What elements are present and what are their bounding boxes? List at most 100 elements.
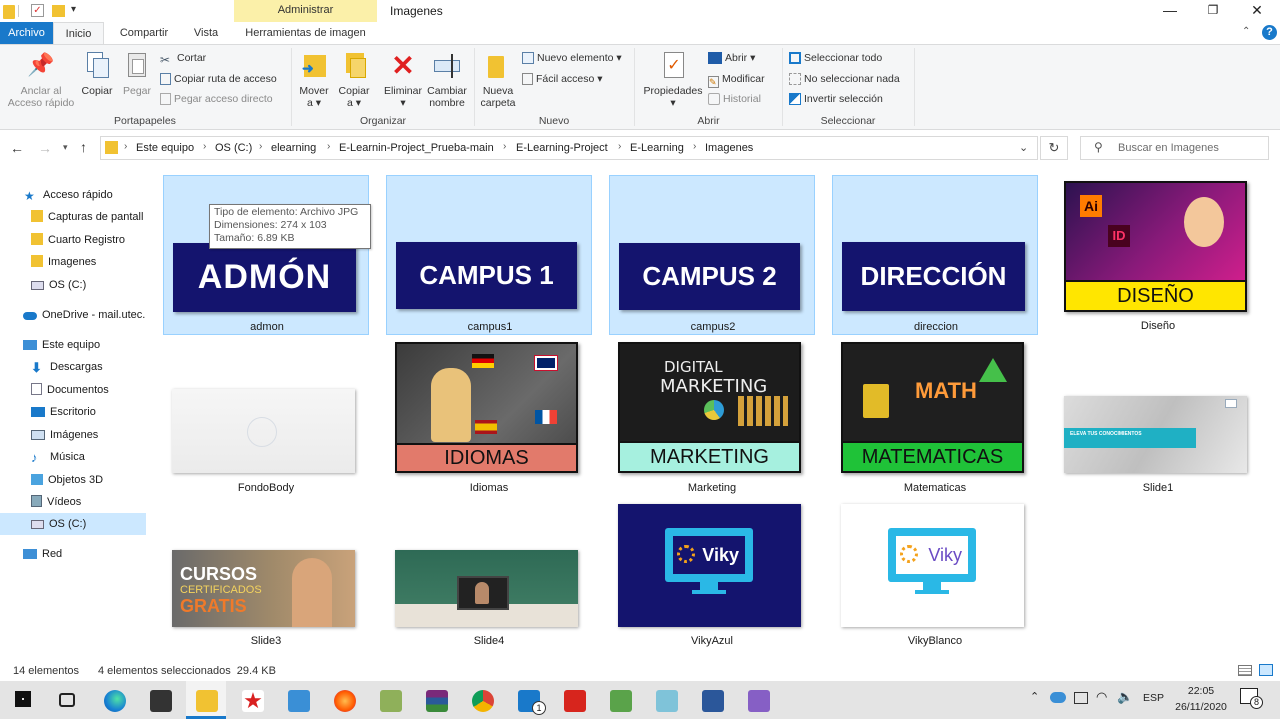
chevron-right-icon[interactable]: ›: [503, 141, 506, 152]
address-dropdown-icon[interactable]: ⌄: [1019, 141, 1028, 154]
maximize-button[interactable]: ❐: [1190, 0, 1236, 22]
easy-access-button[interactable]: Fácil acceso ▾: [522, 70, 603, 88]
new-item-button[interactable]: Nuevo elemento ▾: [522, 49, 622, 67]
refresh-icon[interactable]: ↻: [1040, 136, 1068, 160]
clock-date[interactable]: 26/11/2020: [1170, 701, 1232, 713]
properties-button[interactable]: ✓ Propiedades ▾: [640, 50, 706, 109]
file-tile-direccion[interactable]: DIRECCIÓN direccion: [832, 175, 1038, 335]
file-tile-slide1[interactable]: ELEVA TUS CONOCIMIENTOS Slide1: [1055, 336, 1261, 496]
taskbar-firefox[interactable]: [324, 681, 364, 719]
select-all-button[interactable]: Seleccionar todo: [789, 49, 882, 67]
file-tile-matematicas[interactable]: MATH MATEMATICAS Matematicas: [832, 336, 1038, 496]
taskbar-chrome[interactable]: [462, 681, 502, 719]
file-tile-campus2[interactable]: CAMPUS 2 campus2: [609, 175, 815, 335]
recent-locations-icon[interactable]: ▾: [63, 142, 68, 153]
file-tile-vikyazul[interactable]: Viky VikyAzul: [609, 498, 815, 658]
qa-dropdown-icon[interactable]: ▾: [71, 4, 76, 15]
file-tile-marketing[interactable]: DIGITAL MARKETING MARKETING Marketing: [609, 336, 815, 496]
file-tile-slide4[interactable]: Slide4: [386, 498, 592, 658]
copy-button[interactable]: Copiar: [79, 50, 115, 97]
up-arrow-icon[interactable]: ↑: [80, 139, 87, 155]
back-arrow-icon[interactable]: ←: [10, 140, 24, 156]
forward-arrow-icon[interactable]: →: [38, 140, 52, 156]
details-view-icon[interactable]: [1238, 665, 1252, 676]
taskbar-mail[interactable]: 1: [508, 681, 548, 719]
chevron-right-icon[interactable]: ›: [259, 141, 262, 152]
nav-escritorio[interactable]: Escritorio: [0, 401, 146, 423]
clock-time[interactable]: 22:05: [1173, 685, 1229, 697]
rename-button[interactable]: Cambiar nombre: [424, 50, 470, 109]
taskbar-visual-studio[interactable]: [738, 681, 778, 719]
nav-red[interactable]: Red: [0, 543, 146, 565]
taskbar-app-chart[interactable]: [600, 681, 640, 719]
breadcrumb-imagenes[interactable]: Imagenes: [705, 142, 753, 154]
nav-musica[interactable]: ♪ Música: [0, 446, 146, 468]
nav-este-equipo[interactable]: Este equipo: [0, 334, 146, 356]
volume-icon[interactable]: 🔈: [1117, 689, 1133, 705]
delete-button[interactable]: ✕ Eliminar ▾: [380, 50, 426, 109]
new-folder-qa-icon[interactable]: [52, 5, 65, 17]
task-view-button[interactable]: [47, 681, 87, 719]
nav-capturas[interactable]: Capturas de pantall: [0, 206, 146, 228]
nav-imagenes-folder[interactable]: Imagenes: [0, 251, 146, 273]
chevron-right-icon[interactable]: ›: [124, 141, 127, 152]
taskbar-explorer[interactable]: [186, 681, 226, 719]
copy-to-button[interactable]: Copiar a ▾: [335, 50, 373, 109]
breadcrumb-este-equipo[interactable]: Este equipo: [136, 142, 194, 154]
chevron-right-icon[interactable]: ›: [203, 141, 206, 152]
taskbar-store[interactable]: [140, 681, 180, 719]
taskbar-acrobat[interactable]: [554, 681, 594, 719]
file-tile-campus1[interactable]: CAMPUS 1 campus1: [386, 175, 592, 335]
nav-quick-access[interactable]: ★ Acceso rápido: [0, 184, 146, 206]
invert-selection-button[interactable]: Invertir selección: [789, 90, 883, 108]
nav-documentos[interactable]: Documentos: [0, 379, 146, 401]
large-icons-view-icon[interactable]: [1259, 664, 1273, 676]
minimize-button[interactable]: —: [1147, 0, 1193, 22]
nav-objetos-3d[interactable]: Objetos 3D: [0, 469, 146, 491]
file-tile-fondobody[interactable]: FondoBody: [163, 336, 369, 496]
breadcrumb-e-learning[interactable]: E-Learning: [630, 142, 684, 154]
language-indicator[interactable]: ESP: [1143, 692, 1164, 704]
tab-inicio[interactable]: Inicio: [53, 22, 104, 44]
paste-shortcut-button[interactable]: Pegar acceso directo: [160, 90, 273, 108]
tab-herramientas-imagen[interactable]: Herramientas de imagen: [234, 22, 377, 44]
breadcrumb-e-learning-project[interactable]: E-Learning-Project: [516, 142, 608, 154]
close-button[interactable]: ✕: [1234, 0, 1280, 22]
tab-compartir[interactable]: Compartir: [108, 22, 180, 44]
file-tile-admon[interactable]: ADMÓN admon: [163, 175, 369, 335]
file-tile-diseno[interactable]: Ai ID DISEÑO Diseño: [1055, 175, 1261, 335]
cut-button[interactable]: ✂ Cortar: [160, 49, 206, 67]
move-to-button[interactable]: ➜ Mover a ▾: [295, 50, 333, 109]
show-hidden-icons-chevron-up-icon[interactable]: ⌃: [1030, 690, 1039, 703]
paste-button[interactable]: Pegar: [119, 50, 155, 97]
file-tile-idiomas[interactable]: IDIOMAS Idiomas: [386, 336, 592, 496]
nav-onedrive[interactable]: OneDrive - mail.utec.: [0, 304, 146, 326]
taskbar-app-star[interactable]: ★: [232, 681, 272, 719]
chevron-right-icon[interactable]: ›: [618, 141, 621, 152]
taskbar-edge[interactable]: [94, 681, 134, 719]
properties-qa-icon[interactable]: ✓: [31, 4, 44, 17]
history-button[interactable]: Historial: [708, 90, 761, 108]
chevron-right-icon[interactable]: ›: [693, 141, 696, 152]
tab-vista[interactable]: Vista: [182, 22, 230, 44]
chevron-right-icon[interactable]: ›: [327, 141, 330, 152]
nav-os-c-quick[interactable]: OS (C:): [0, 274, 146, 296]
open-button[interactable]: Abrir ▾: [708, 49, 755, 67]
nav-cuarto-registro[interactable]: Cuarto Registro: [0, 229, 146, 251]
help-icon[interactable]: ?: [1262, 25, 1277, 40]
nav-descargas[interactable]: ⬇ Descargas: [0, 356, 146, 378]
file-tile-slide3[interactable]: CURSOS CERTIFICADOS GRATIS Slide3: [163, 498, 369, 658]
breadcrumb-project-prueba[interactable]: E-Learnin-Project_Prueba-main: [339, 142, 494, 154]
breadcrumb-elearning[interactable]: elearning: [271, 142, 316, 154]
wifi-icon[interactable]: ◠: [1096, 689, 1107, 705]
taskbar-app-tools[interactable]: [370, 681, 410, 719]
tab-archivo[interactable]: Archivo: [0, 22, 53, 44]
collapse-ribbon-icon[interactable]: ⌃: [1242, 26, 1250, 37]
nav-imagenes-lib[interactable]: Imágenes: [0, 424, 146, 446]
taskbar-app-control[interactable]: [278, 681, 318, 719]
taskbar-winrar[interactable]: [416, 681, 456, 719]
nav-videos[interactable]: Vídeos: [0, 491, 146, 513]
taskbar-app-dream[interactable]: [646, 681, 686, 719]
windows-start-icon[interactable]: [15, 691, 31, 707]
breadcrumb-os-c[interactable]: OS (C:): [215, 142, 252, 154]
